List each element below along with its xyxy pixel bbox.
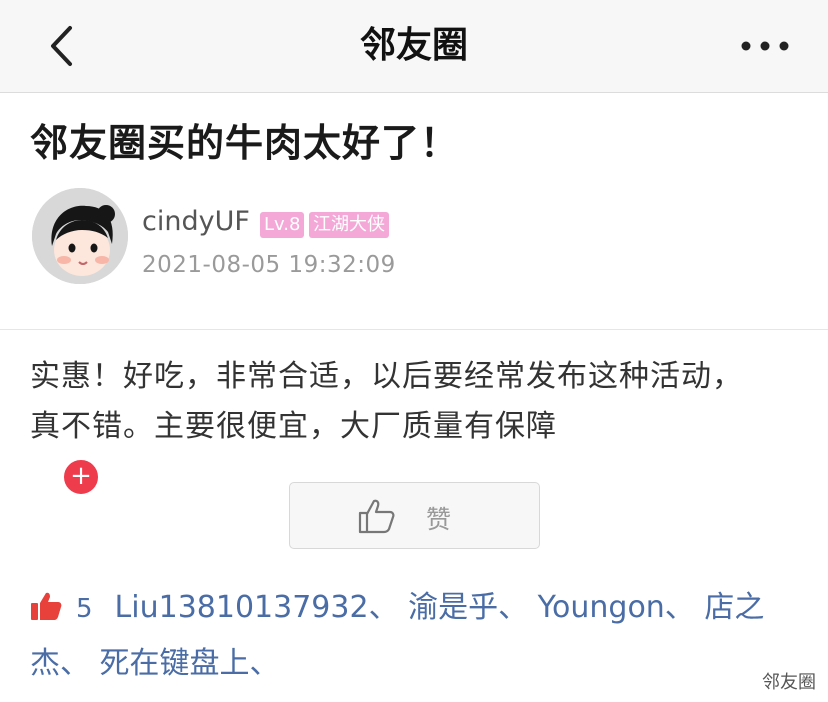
content-line: 真不错。主要很便宜，大厂质量有保障 [30,409,557,444]
thumb-up-icon [358,499,395,534]
plus-icon: + [70,461,92,491]
watermark: 邻友圈 [760,668,818,694]
navigation-bar: 邻友圈 [0,0,828,93]
likers-list: 5 Liu13810137932、 渝是乎、 Youngon、 店之杰、 死在键盘… [30,582,800,690]
likes-count: 5 [76,594,93,624]
liker-name[interactable]: Youngon、 [538,590,695,625]
author-name[interactable]: cindyUF [142,206,250,237]
post-timestamp: 2021-08-05 19:32:09 [142,252,396,278]
content-line: 实惠！好吃，非常合适，以后要经常发布这种活动， [30,359,743,394]
author-avatar-block: + [32,188,128,496]
avatar-image [32,188,128,284]
like-label: 赞 [426,505,452,534]
divider [0,329,828,330]
post-content: 实惠！好吃，非常合适，以后要经常发布这种活动， 真不错。主要很便宜，大厂质量有保… [30,352,810,452]
like-button[interactable]: 赞 [289,482,540,549]
level-badge: Lv.8 [260,212,305,238]
thumb-up-icon [30,586,62,638]
follow-button[interactable]: + [62,458,100,496]
page-title: 邻友圈 [359,25,468,66]
rank-badge: 江湖大侠 [309,212,389,238]
more-button[interactable] [738,32,792,60]
post-title: 邻友圈买的牛肉太好了！ [30,121,460,165]
liker-name[interactable]: 渝是乎、 [408,590,528,625]
liker-name[interactable]: 死在键盘上、 [100,646,280,681]
more-dots-icon [741,41,789,51]
liker-name[interactable]: Liu13810137932、 [115,590,399,625]
avatar[interactable] [32,188,128,284]
